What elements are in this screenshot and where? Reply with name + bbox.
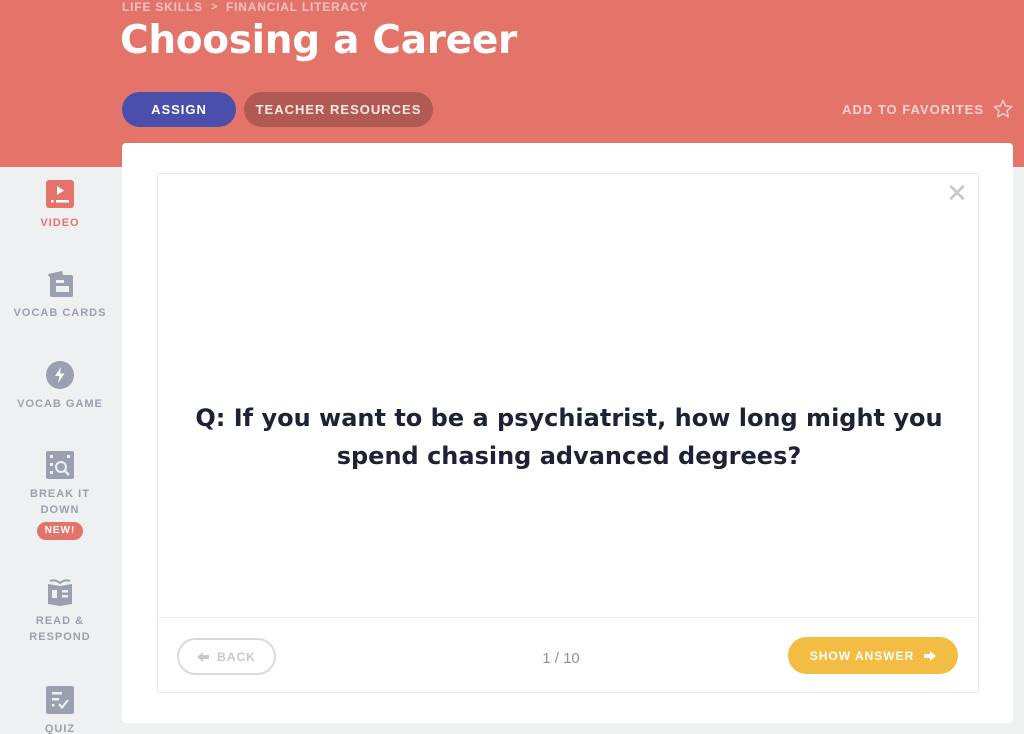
sidebar-label: QUIZ (44, 723, 76, 734)
sidebar-item-vocab-game[interactable]: VOCAB GAME (0, 360, 120, 412)
quiz-check-icon (45, 685, 75, 715)
sidebar-item-break-it-down[interactable]: BREAK IT DOWN NEW! (0, 450, 120, 540)
card-footer: BACK 1 / 10 SHOW ANSWER (158, 617, 978, 693)
assign-button[interactable]: ASSIGN (122, 92, 236, 127)
show-answer-button[interactable]: SHOW ANSWER (788, 637, 958, 674)
activity-sidebar: VIDEO VOCAB CARDS VOCAB GAME BREAK IT DO… (0, 167, 120, 734)
page-title: Choosing a Career (120, 18, 517, 63)
favorites-label: ADD TO FAVORITES (842, 101, 984, 117)
sidebar-label: VIDEO (40, 217, 80, 229)
breadcrumb-life-skills[interactable]: LIFE SKILLS (122, 0, 203, 14)
sidebar-label: VOCAB CARDS (13, 307, 107, 319)
new-badge: NEW! (36, 522, 84, 540)
sidebar-item-vocab-cards[interactable]: VOCAB CARDS (0, 269, 120, 321)
breadcrumb-separator: > (210, 1, 219, 13)
page-header: LIFE SKILLS > FINANCIAL LITERACY Choosin… (0, 0, 1024, 167)
teacher-resources-button[interactable]: TEACHER RESOURCES (244, 92, 433, 127)
cards-icon (45, 269, 75, 299)
sidebar-item-video[interactable]: VIDEO (0, 179, 120, 231)
sidebar-label: VOCAB GAME (17, 398, 103, 410)
arrow-right-icon (924, 650, 937, 661)
show-answer-label: SHOW ANSWER (809, 648, 915, 663)
add-to-favorites-button[interactable]: ADD TO FAVORITES (842, 98, 1014, 120)
breadcrumb-financial-literacy[interactable]: FINANCIAL LITERACY (226, 0, 368, 14)
sidebar-label: READ & RESPOND (29, 615, 91, 643)
video-icon (45, 179, 75, 209)
sidebar-item-read-respond[interactable]: READ & RESPOND (0, 577, 120, 645)
content-panel: ✕ Q: If you want to be a psychiatrist, h… (122, 143, 1013, 723)
sidebar-item-quiz[interactable]: QUIZ (0, 685, 120, 734)
sidebar-label: BREAK IT DOWN (30, 488, 90, 516)
magnify-grid-icon (45, 450, 75, 480)
breadcrumb: LIFE SKILLS > FINANCIAL LITERACY (122, 0, 368, 14)
star-outline-icon (993, 99, 1013, 118)
book-icon (45, 577, 75, 607)
flashcard: ✕ Q: If you want to be a psychiatrist, h… (157, 173, 979, 693)
close-icon[interactable]: ✕ (946, 180, 968, 206)
lightning-icon (45, 360, 75, 390)
question-text: Q: If you want to be a psychiatrist, how… (195, 404, 943, 470)
